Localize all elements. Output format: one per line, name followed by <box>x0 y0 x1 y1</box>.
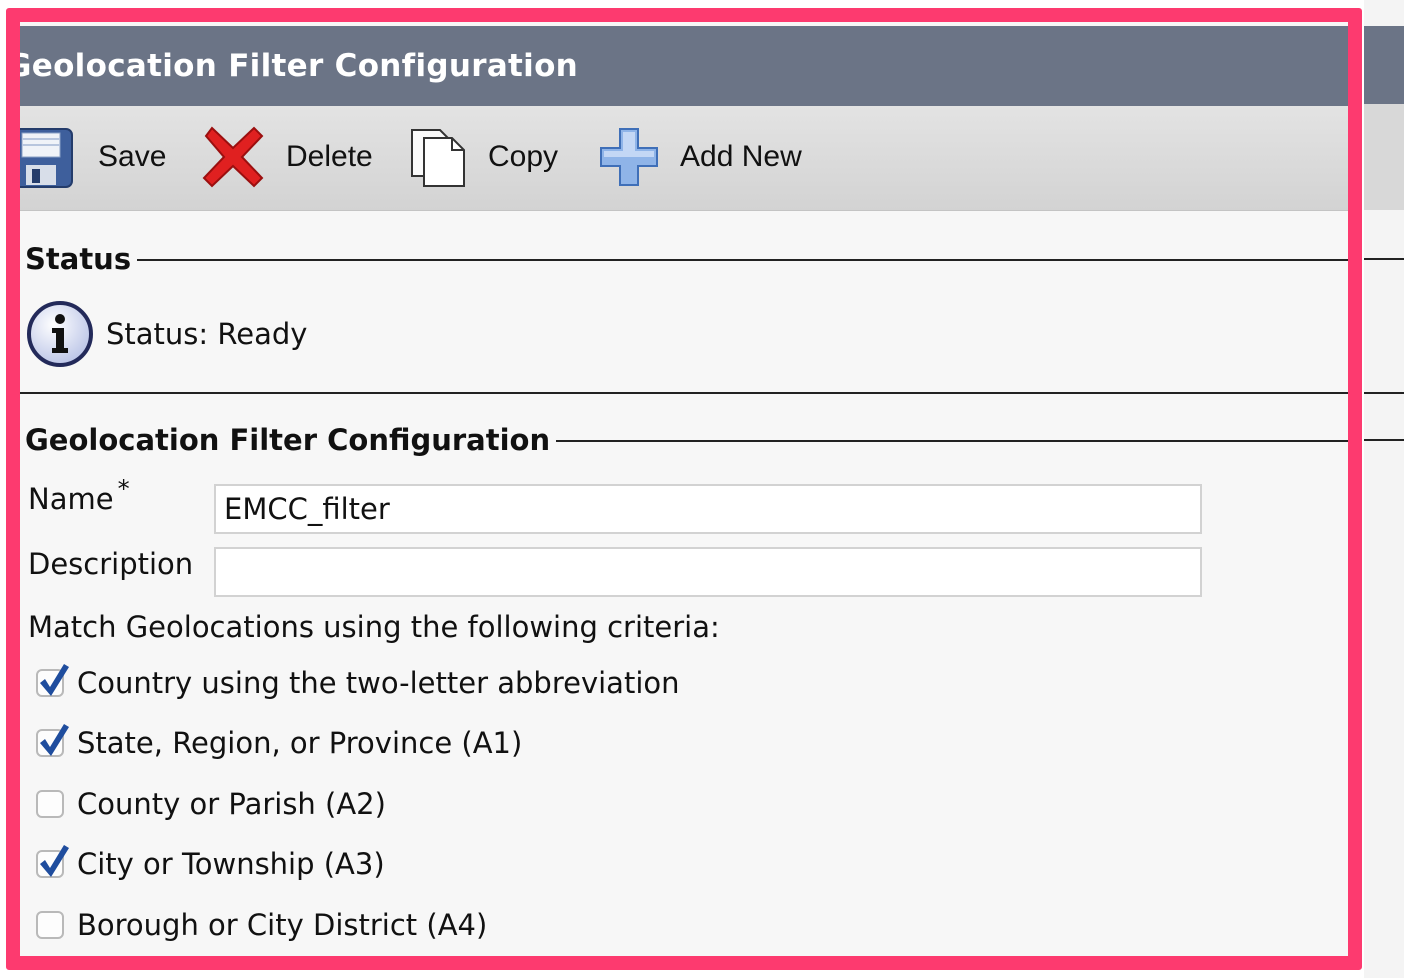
status-section-header: Status <box>25 242 1348 276</box>
criteria-label: Match Geolocations using the following c… <box>28 610 720 644</box>
copy-icon <box>410 126 468 188</box>
config-rule-extension <box>1364 439 1404 441</box>
title-bar-extension <box>1364 26 1404 104</box>
criteria-checkbox-county[interactable]: County or Parish (A2) <box>36 787 386 821</box>
name-input[interactable] <box>214 484 1202 534</box>
checkmark-icon <box>40 845 69 877</box>
delete-button[interactable]: Delete <box>200 122 373 192</box>
criteria-label-state: State, Region, or Province (A1) <box>77 726 523 760</box>
background-strip <box>1364 0 1404 978</box>
divider-extension <box>1364 392 1404 394</box>
criteria-label-city: City or Township (A3) <box>77 847 385 881</box>
description-input[interactable] <box>214 547 1202 597</box>
config-heading: Geolocation Filter Configuration <box>25 423 551 457</box>
name-label: Name * <box>28 475 130 516</box>
criteria-checkbox-country[interactable]: Country using the two-letter abbreviatio… <box>36 664 680 700</box>
toolbar-extension <box>1364 104 1404 210</box>
copy-label: Copy <box>488 140 559 173</box>
save-label: Save <box>98 140 167 173</box>
checkmark-icon <box>40 664 69 696</box>
delete-label: Delete <box>286 140 373 173</box>
checkbox[interactable] <box>36 790 64 818</box>
delete-x-icon <box>200 124 266 190</box>
section-divider <box>20 392 1348 394</box>
criteria-checkbox-borough[interactable]: Borough or City District (A4) <box>36 908 487 942</box>
config-section-header: Geolocation Filter Configuration <box>25 423 1348 457</box>
checkmark-icon <box>40 724 69 756</box>
description-label: Description <box>28 547 194 581</box>
name-label-text: Name <box>28 482 114 516</box>
config-page: Geolocation Filter Configuration Save De… <box>20 22 1348 956</box>
save-icon <box>20 125 78 189</box>
criteria-label-borough: Borough or City District (A4) <box>77 908 488 942</box>
criteria-label-county: County or Parish (A2) <box>77 787 386 821</box>
add-new-button[interactable]: Add New <box>598 122 802 192</box>
checkbox[interactable] <box>36 845 69 878</box>
status-row: Status: Ready <box>26 300 307 368</box>
checkbox[interactable] <box>36 724 69 757</box>
status-rule-extension <box>1364 258 1404 260</box>
required-marker: * <box>117 475 130 503</box>
copy-button[interactable]: Copy <box>410 122 558 192</box>
save-button[interactable]: Save <box>20 122 166 192</box>
info-icon <box>26 300 94 368</box>
status-text: Status: Ready <box>106 317 308 351</box>
page-title: Geolocation Filter Configuration <box>20 48 579 84</box>
criteria-checkbox-state[interactable]: State, Region, or Province (A1) <box>36 724 523 760</box>
criteria-checkbox-city[interactable]: City or Township (A3) <box>36 845 385 881</box>
checkbox[interactable] <box>36 911 64 939</box>
title-bar: Geolocation Filter Configuration <box>20 26 1348 106</box>
criteria-label-country: Country using the two-letter abbreviatio… <box>77 666 680 700</box>
toolbar: Save Delete Copy Add New <box>20 106 1348 211</box>
plus-icon <box>598 126 660 188</box>
checkbox[interactable] <box>36 664 69 697</box>
status-rule <box>137 259 1348 261</box>
config-rule <box>556 440 1348 442</box>
status-heading: Status <box>25 242 132 276</box>
add-new-label: Add New <box>680 140 802 173</box>
